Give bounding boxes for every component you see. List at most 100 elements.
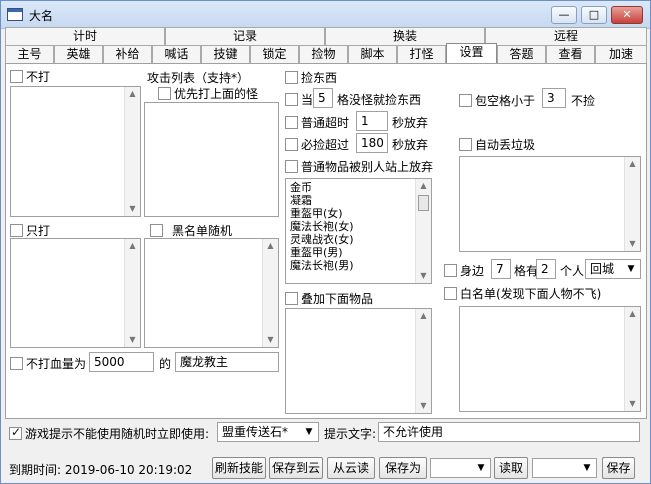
tab-quiz[interactable]: 答题 — [497, 45, 546, 63]
load-from-cloud-button[interactable]: 从云读 — [327, 457, 375, 479]
tab-lock[interactable]: 锁定 — [250, 45, 299, 63]
scroll-up-arrow-icon[interactable]: ▲ — [625, 307, 640, 321]
scroll-down-arrow-icon[interactable]: ▼ — [263, 333, 278, 347]
scroll-up-arrow-icon[interactable]: ▲ — [263, 239, 278, 253]
no-hit-hp-checkbox[interactable]: 不打血量为 — [10, 355, 86, 372]
scroll-up-arrow-icon[interactable]: ▲ — [416, 179, 431, 193]
save-to-cloud-button[interactable]: 保存到云 — [269, 457, 323, 479]
scroll-down-arrow-icon[interactable]: ▼ — [625, 397, 640, 411]
maximize-button[interactable]: □ — [581, 6, 607, 24]
tab-main-account[interactable]: 主号 — [5, 45, 54, 63]
stack-checkbox[interactable]: 叠加下面物品 — [285, 290, 373, 307]
scrollbar[interactable]: ▲ ▼ — [124, 239, 140, 347]
checkbox-box[interactable] — [9, 425, 22, 440]
scroll-down-arrow-icon[interactable]: ▼ — [125, 202, 140, 216]
tab-settings[interactable]: 设置 — [446, 43, 497, 63]
must-timeout-input[interactable]: 180 — [356, 133, 388, 153]
scroll-up-arrow-icon[interactable]: ▲ — [125, 87, 140, 101]
tab-shout[interactable]: 喊话 — [152, 45, 201, 63]
checkbox-box[interactable] — [158, 87, 171, 100]
auto-drop-checkbox[interactable]: 自动丢垃圾 — [459, 136, 535, 153]
scrollbar[interactable]: ▲ ▼ — [624, 157, 640, 251]
tab-speed[interactable]: 加速 — [595, 45, 647, 63]
scrollbar[interactable]: ▲ ▼ — [262, 239, 278, 347]
scrollbar[interactable]: ▲ ▼ — [124, 87, 140, 216]
priority-checkbox[interactable]: 优先打上面的怪 — [158, 85, 258, 102]
blacklist-list[interactable]: ▲ ▼ — [144, 238, 279, 348]
scrollbar[interactable]: ▲ ▼ — [624, 307, 640, 411]
tab-pickup[interactable]: 捡物 — [299, 45, 348, 63]
tab-supply[interactable]: 补给 — [103, 45, 152, 63]
checkbox-box[interactable] — [459, 94, 472, 107]
normal-timeout-checkbox[interactable]: 普通超时 — [285, 114, 349, 131]
scroll-up-arrow-icon[interactable]: ▲ — [125, 239, 140, 253]
save-button[interactable]: 保存 — [602, 457, 635, 479]
scroll-down-arrow-icon[interactable]: ▼ — [416, 399, 431, 413]
checkbox-box[interactable] — [444, 264, 457, 277]
checkbox-box[interactable] — [444, 287, 457, 300]
checkbox-box[interactable] — [150, 224, 163, 237]
tab-view[interactable]: 查看 — [546, 45, 595, 63]
stack-list[interactable]: ▲ ▼ — [285, 308, 432, 414]
list-item[interactable]: 重盔甲(男) — [290, 246, 354, 259]
checkbox-box[interactable] — [285, 138, 298, 151]
tab-remote[interactable]: 远程 — [485, 27, 647, 45]
tab-script[interactable]: 脚本 — [348, 45, 397, 63]
near-grid-input[interactable]: 7 — [491, 259, 511, 279]
list-item[interactable]: 重盔甲(女) — [290, 207, 354, 220]
tab-hero[interactable]: 英雄 — [54, 45, 103, 63]
must-timeout-checkbox[interactable]: 必捡超过 — [285, 136, 349, 153]
scroll-down-arrow-icon[interactable]: ▼ — [125, 333, 140, 347]
scroll-down-arrow-icon[interactable]: ▼ — [625, 237, 640, 251]
whitelist-checkbox[interactable]: 白名单(发现下面人物不飞) — [444, 285, 601, 302]
tip-text-input[interactable]: 不允许使用 — [378, 422, 640, 442]
checkbox-box[interactable] — [285, 93, 298, 106]
refresh-skills-button[interactable]: 刷新技能 — [212, 457, 266, 479]
whitelist-list[interactable]: ▲ ▼ — [459, 306, 641, 412]
when-checkbox[interactable]: 当 — [285, 91, 313, 108]
chevron-down-icon[interactable]: ▼ — [624, 261, 638, 277]
only-hit-list[interactable]: ▲ ▼ — [10, 238, 141, 348]
checkbox-box[interactable] — [285, 292, 298, 305]
checkbox-box[interactable] — [285, 116, 298, 129]
auto-drop-list[interactable]: ▲ ▼ — [459, 156, 641, 252]
list-item[interactable]: 金币 — [290, 181, 354, 194]
scroll-up-arrow-icon[interactable]: ▲ — [416, 309, 431, 323]
scroll-down-arrow-icon[interactable]: ▼ — [416, 269, 431, 283]
tab-timer[interactable]: 计时 — [5, 27, 165, 45]
read-select[interactable]: ▼ — [532, 458, 597, 478]
checkbox-box[interactable] — [459, 138, 472, 151]
checkbox-box[interactable] — [10, 70, 23, 83]
normal-timeout-input[interactable]: 1 — [356, 111, 388, 131]
save-as-select[interactable]: ▼ — [430, 458, 491, 478]
items-list[interactable]: 金币 凝霜 重盔甲(女) 魔法长袍(女) 灵魂战衣(女) 重盔甲(男) 魔法长袍… — [285, 178, 432, 284]
when-grid-input[interactable]: 5 — [313, 88, 333, 108]
near-checkbox[interactable]: 身边 — [444, 262, 484, 279]
no-hit-checkbox[interactable]: 不打 — [10, 68, 50, 85]
scrollbar[interactable]: ▲ ▼ — [415, 309, 431, 413]
checkbox-box[interactable] — [10, 224, 23, 237]
minimize-button[interactable]: — — [551, 6, 577, 24]
scroll-up-arrow-icon[interactable]: ▲ — [625, 157, 640, 171]
scrollbar[interactable]: ▲ ▼ — [415, 179, 431, 283]
save-as-button[interactable]: 保存为 — [379, 457, 427, 479]
no-hit-list[interactable]: ▲ ▼ — [10, 86, 141, 217]
blacklist-random-checkbox[interactable]: 黑名单随机 — [150, 222, 232, 239]
list-item[interactable]: 魔法长袍(男) — [290, 259, 354, 272]
game-tip-checkbox[interactable]: 游戏提示不能使用随机时立即使用: — [9, 425, 209, 442]
bag-less-checkbox[interactable]: 包空格小于 — [459, 92, 535, 109]
scroll-thumb[interactable] — [418, 195, 429, 211]
bag-less-input[interactable]: 3 — [542, 88, 566, 108]
people-count-input[interactable]: 2 — [536, 259, 556, 279]
list-item[interactable]: 凝霜 — [290, 194, 354, 207]
list-item[interactable]: 魔法长袍(女) — [290, 220, 354, 233]
attack-list[interactable] — [144, 102, 279, 217]
action-select[interactable]: 回城 ▼ — [585, 259, 641, 279]
only-hit-checkbox[interactable]: 只打 — [10, 222, 50, 239]
hp-value-input[interactable]: 5000 — [89, 352, 154, 372]
scroll-select[interactable]: 盟重传送石* ▼ — [217, 422, 319, 442]
boss-name-input[interactable]: 魔龙教主 — [175, 352, 279, 372]
others-stand-checkbox[interactable]: 普通物品被别人站上放弃 — [285, 158, 433, 175]
read-button[interactable]: 读取 — [494, 457, 528, 479]
list-item[interactable]: 灵魂战衣(女) — [290, 233, 354, 246]
